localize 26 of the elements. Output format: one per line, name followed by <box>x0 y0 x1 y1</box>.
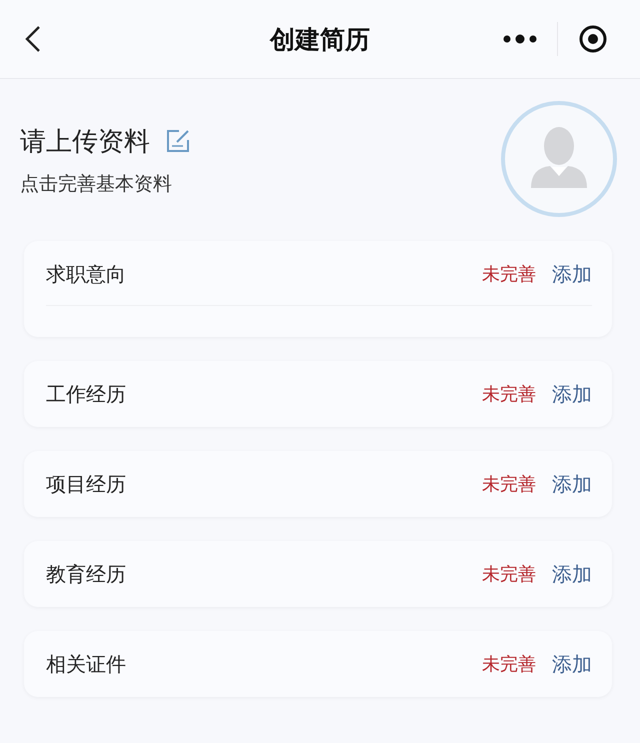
section-card[interactable]: 求职意向 未完善 添加 <box>24 241 612 337</box>
section-card[interactable]: 工作经历 未完善 添加 <box>24 361 612 427</box>
section-label: 项目经历 <box>46 470 127 498</box>
section-label: 教育经历 <box>46 560 127 588</box>
edit-icon[interactable] <box>166 129 190 153</box>
status-text: 未完善 <box>482 473 536 496</box>
close-target-icon[interactable] <box>578 24 608 54</box>
section-card[interactable]: 相关证件 未完善 添加 <box>24 631 612 697</box>
more-icon[interactable] <box>503 34 537 44</box>
add-link[interactable]: 添加 <box>552 650 592 678</box>
status-text: 未完善 <box>482 653 536 676</box>
section-label: 工作经历 <box>46 380 127 408</box>
section-label: 求职意向 <box>46 260 127 288</box>
status-text: 未完善 <box>482 263 536 286</box>
status-text: 未完善 <box>482 563 536 586</box>
add-link[interactable]: 添加 <box>552 260 592 288</box>
profile-hint[interactable]: 点击完善基本资料 <box>20 170 500 196</box>
add-link[interactable]: 添加 <box>552 470 592 498</box>
add-link[interactable]: 添加 <box>552 380 592 408</box>
section-card[interactable]: 教育经历 未完善 添加 <box>24 541 612 607</box>
add-link[interactable]: 添加 <box>552 560 592 588</box>
section-card[interactable]: 项目经历 未完善 添加 <box>24 451 612 517</box>
section-label: 相关证件 <box>46 650 127 678</box>
status-text: 未完善 <box>482 383 536 406</box>
profile-title: 请上传资料 <box>20 126 150 158</box>
page-title: 创建简历 <box>268 24 371 56</box>
